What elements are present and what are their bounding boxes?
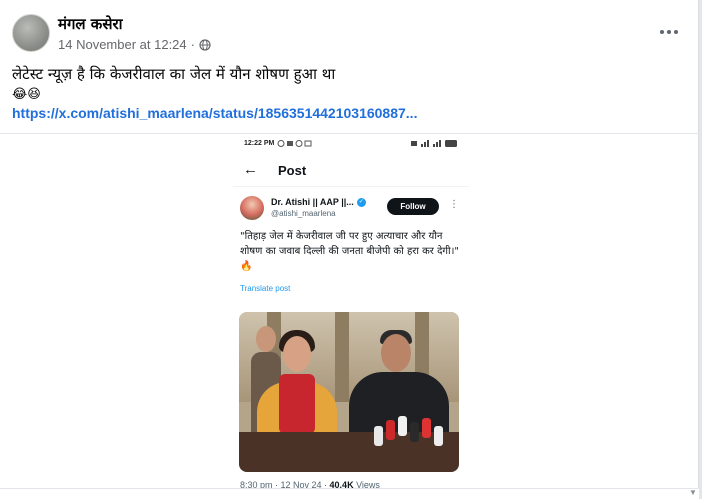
author-avatar[interactable] — [12, 14, 50, 52]
post-card: मंगल कसेरा 14 November at 12:24 · लेटेस्… — [0, 0, 699, 499]
post-text: लेटेस्ट न्यूज़ है कि केजरीवाल का जेल में… — [12, 65, 336, 83]
screen-divider — [233, 186, 469, 187]
microphone — [374, 426, 383, 446]
status-bar-time: 12:22 PM — [244, 140, 275, 147]
post-meta: 14 November at 12:24 · — [58, 37, 211, 52]
microphone — [422, 418, 431, 438]
more-dot-icon — [660, 30, 664, 34]
photo-scarf — [279, 374, 315, 434]
status-bar-icons — [277, 140, 312, 147]
back-arrow-icon[interactable]: ← — [243, 161, 258, 178]
tweet-author-name: Dr. Atishi || AAP ||... — [271, 197, 354, 207]
tweet-author-handle: @atishi_maarlena — [271, 209, 336, 218]
more-options-button[interactable] — [654, 20, 684, 44]
tweet-text: "तिहाड़ जेल में केजरीवाल जी पर हुए अत्या… — [240, 231, 459, 272]
more-dot-icon — [667, 30, 671, 34]
photo-person-head — [283, 336, 311, 372]
tweet-author-avatar[interactable] — [240, 196, 264, 220]
follow-button[interactable]: Follow — [387, 198, 439, 215]
more-dot-icon — [674, 30, 678, 34]
screen-title: Post — [278, 163, 307, 178]
post-emojis: 😂😆 — [12, 86, 41, 101]
tweet-photo[interactable] — [239, 312, 459, 472]
verified-badge-icon: ✓ — [356, 197, 366, 207]
photo-microphones — [374, 416, 444, 456]
photo-panel — [335, 312, 349, 402]
post-link[interactable]: https://x.com/atishi_maarlena/status/185… — [12, 105, 417, 121]
bottom-edge — [0, 488, 699, 499]
signal-battery-icon — [411, 140, 457, 147]
scroll-down-icon[interactable]: ▼ — [689, 488, 697, 497]
author-name[interactable]: मंगल कसेरा — [58, 14, 123, 34]
meta-separator: · — [190, 37, 195, 52]
post-date[interactable]: 14 November at 12:24 — [58, 37, 187, 52]
globe-icon[interactable] — [199, 38, 211, 51]
attached-screenshot[interactable]: 12:22 PM ← Post Dr. Atishi || AAP ||... … — [233, 134, 469, 490]
tweet-more-icon[interactable]: ⋮ — [449, 199, 459, 210]
photo-person-head — [381, 334, 411, 372]
translate-link[interactable]: Translate post — [240, 284, 290, 293]
microphone — [398, 416, 407, 436]
microphone — [410, 422, 419, 442]
photo-person-head — [256, 326, 276, 352]
tweet-author-name-row[interactable]: Dr. Atishi || AAP ||... ✓ — [271, 197, 366, 207]
microphone — [386, 420, 395, 440]
microphone — [434, 426, 443, 446]
